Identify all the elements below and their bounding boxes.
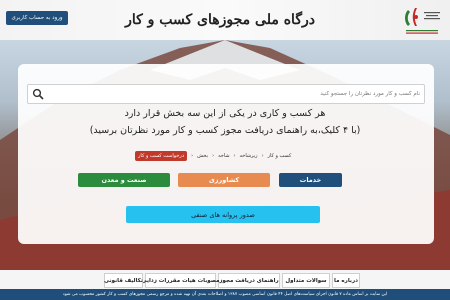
site-title: درگاه ملی مجوزهای کسب و کار: [125, 12, 315, 28]
category-industry-button[interactable]: صنعت و معدن: [78, 173, 170, 187]
category-services-button[interactable]: خدمات: [279, 173, 342, 187]
search-icon[interactable]: [32, 88, 44, 100]
breadcrumb-step-branch: شاخه: [218, 153, 230, 159]
search-box: [27, 84, 425, 104]
search-input[interactable]: [80, 88, 420, 99]
footer-link-permit-guide[interactable]: راهنمای دریافت مجوز: [218, 273, 280, 288]
login-button[interactable]: ورود به حساب کاربری: [6, 11, 68, 25]
footer-link-regulatory-boards[interactable]: مصوبات هیات مقررات زدایی: [141, 273, 220, 288]
government-emblem-icon[interactable]: [402, 4, 442, 36]
footer-nav: درباره ما سوالات متداول راهنمای دریافت م…: [0, 270, 450, 289]
footer-note: این سایت بر اساس ماده ۷ قانون اجرای سیاس…: [0, 289, 450, 300]
chevron-left-icon: ‹: [212, 153, 215, 159]
footer-link-faq[interactable]: سوالات متداول: [282, 273, 330, 288]
breadcrumb-step-subbranch: زیرشاخه: [239, 153, 258, 159]
breadcrumb-step-sector: بخش: [197, 153, 209, 159]
category-agriculture-button[interactable]: کشاورزی: [178, 173, 270, 187]
intro-line-1: هر کسب و کاری در یکی از این سه بخش قرار …: [124, 108, 326, 119]
breadcrumb-step-request[interactable]: درخواست کسب و کار: [135, 151, 188, 161]
footer-link-legal-duties[interactable]: تکالیف قانونی: [104, 273, 143, 288]
breadcrumb-step-business: کسب و کار: [267, 153, 292, 159]
guild-permit-button[interactable]: صدور پروانه های صنفی: [126, 206, 320, 223]
chevron-left-icon: ‹: [233, 153, 236, 159]
footer-link-about[interactable]: درباره ما: [332, 273, 360, 288]
header: ورود به حساب کاربری درگاه ملی مجوزهای کس…: [0, 0, 450, 40]
chevron-left-icon: ‹: [261, 153, 264, 159]
intro-line-2: (با ۴ کلیک،به راهنمای دریافت مجوز کسب و …: [89, 125, 361, 136]
chevron-left-icon: ‹: [191, 153, 194, 159]
breadcrumb: درخواست کسب و کار ‹ بخش ‹ شاخه ‹ زیرشاخه…: [135, 150, 320, 162]
